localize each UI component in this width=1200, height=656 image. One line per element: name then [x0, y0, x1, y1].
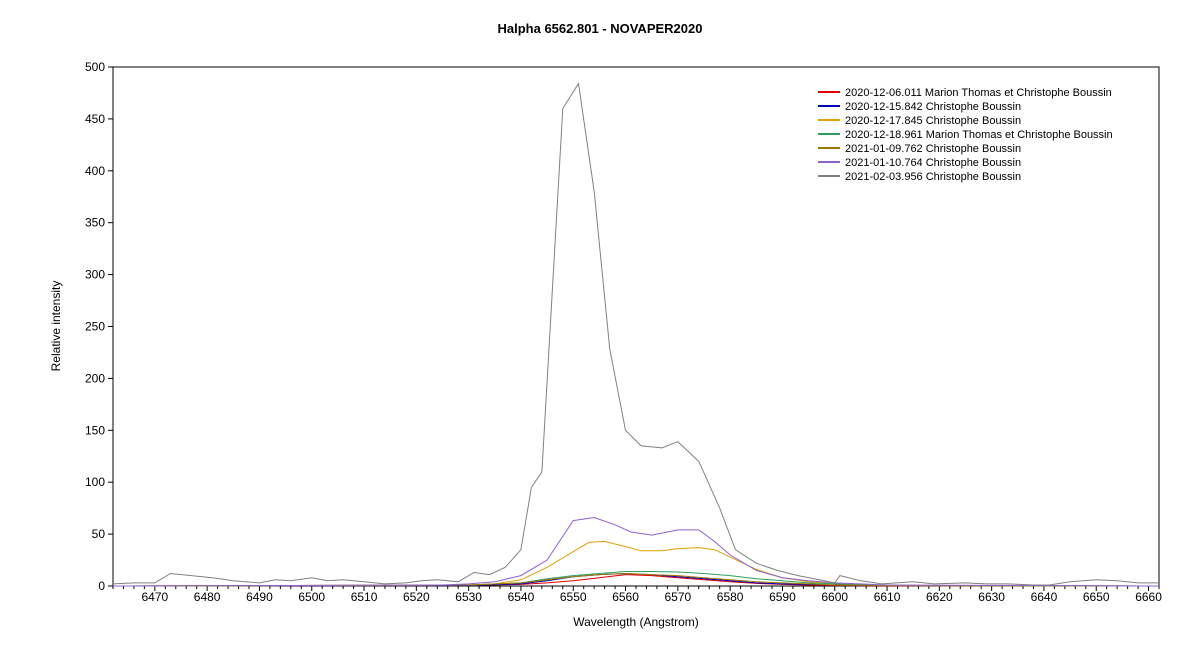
y-tick-label: 400 — [85, 164, 105, 178]
y-tick-label: 450 — [85, 112, 105, 126]
x-axis-label: Wavelength (Angstrom) — [573, 615, 699, 629]
x-axis: 6470 6480 6490 6500 6510 6520 6530 6540 6550 6560… — [112, 586, 1162, 604]
x-tick-label: 6580 — [717, 590, 744, 604]
legend-entry-label: 2021-01-10.764 Christophe Boussin — [845, 157, 1021, 169]
x-tick-label: 6540 — [508, 590, 535, 604]
x-tick-label: 6650 — [1083, 590, 1110, 604]
chart-title: Halpha 6562.801 - NOVAPER2020 — [498, 21, 703, 36]
x-tick-label: 6490 — [246, 590, 273, 604]
x-tick-label: 6660 — [1135, 590, 1162, 604]
x-tick-label: 6560 — [612, 590, 639, 604]
x-tick-label: 6620 — [926, 590, 953, 604]
legend-entry-label: 2021-02-03.956 Christophe Boussin — [845, 171, 1021, 183]
x-tick-label: 6470 — [141, 590, 168, 604]
x-tick-label: 6630 — [978, 590, 1005, 604]
x-tick-label: 6500 — [298, 590, 325, 604]
x-tick-label: 6510 — [351, 590, 378, 604]
x-tick-label: 6640 — [1031, 590, 1058, 604]
y-tick-label: 200 — [85, 371, 105, 385]
x-tick-label: 6520 — [403, 590, 430, 604]
x-tick-label: 6550 — [560, 590, 587, 604]
y-tick-label: 250 — [85, 320, 105, 334]
x-tick-label: 6530 — [455, 590, 482, 604]
y-tick-label: 50 — [92, 527, 106, 541]
x-tick-label: 6610 — [874, 590, 901, 604]
x-tick-label: 6480 — [194, 590, 221, 604]
legend-entry-label: 2021-01-09.762 Christophe Boussin — [845, 143, 1021, 155]
x-tick-label: 6590 — [769, 590, 796, 604]
legend-entry-label: 2020-12-18.961 Marion Thomas et Christop… — [845, 129, 1113, 141]
y-axis: 0 50 100 150 200 250 300 350 400 450 500 — [85, 60, 113, 593]
y-axis-label: Relative intensity — [49, 281, 63, 372]
legend-entry-label: 2020-12-06.011 Marion Thomas et Christop… — [845, 87, 1112, 99]
x-tick-label: 6570 — [664, 590, 691, 604]
y-tick-label: 100 — [85, 475, 105, 489]
y-tick-label: 350 — [85, 216, 105, 230]
legend-entry-label: 2020-12-17.845 Christophe Boussin — [845, 115, 1021, 127]
chart: Halpha 6562.801 - NOVAPER2020 0 50 100 150 2… — [49, 21, 1162, 629]
y-tick-label: 150 — [85, 423, 105, 437]
x-tick-label: 6600 — [821, 590, 848, 604]
y-tick-label: 500 — [85, 60, 105, 74]
y-tick-label: 0 — [98, 579, 105, 593]
legend-entry-label: 2020-12-15.842 Christophe Boussin — [845, 101, 1021, 113]
y-tick-label: 300 — [85, 268, 105, 282]
